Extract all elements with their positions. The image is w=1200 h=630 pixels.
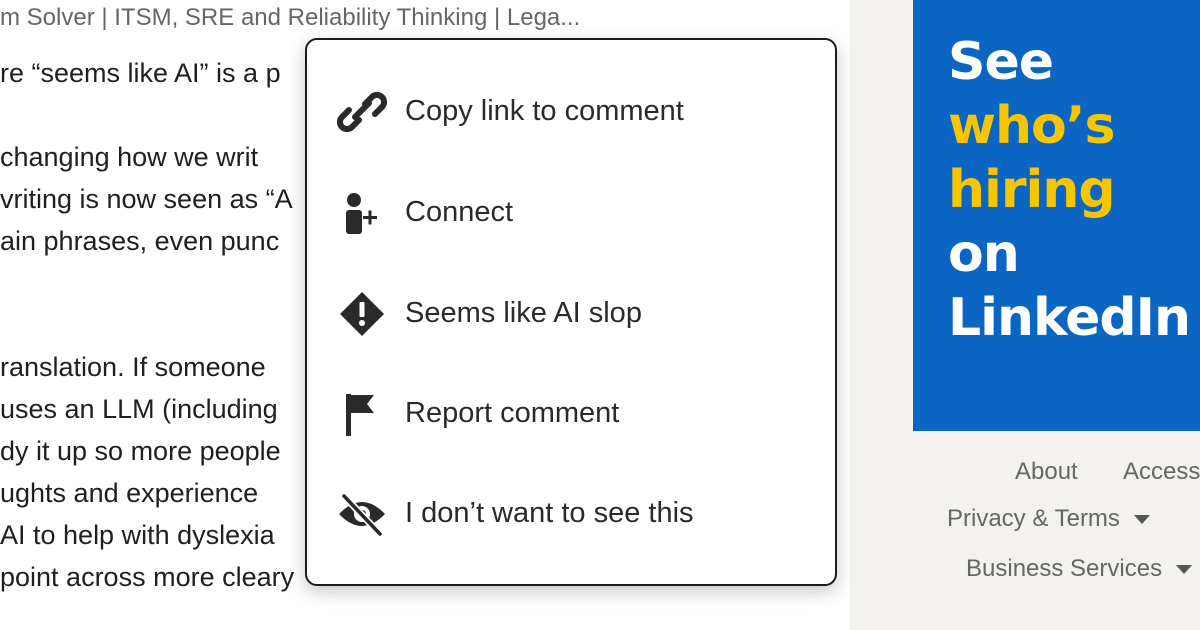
- menu-item-label: Report comment: [405, 397, 620, 429]
- post-text-line: ughts and experience: [0, 478, 259, 508]
- post-text-line: ranslation. If someone: [0, 352, 266, 382]
- flag-icon: [337, 392, 387, 436]
- post-text-line: changing how we writ: [0, 142, 259, 172]
- footer-business-dropdown[interactable]: Business Services: [966, 555, 1193, 583]
- right-rail: See who’s hiring on LinkedIn About Acces…: [850, 0, 1200, 630]
- menu-item-copy-link[interactable]: Copy link to comment: [307, 62, 835, 162]
- link-icon: [336, 90, 388, 134]
- ad-line: on: [948, 224, 1020, 284]
- post-text-line: AI to help with dyslexia: [0, 520, 275, 550]
- ad-banner[interactable]: See who’s hiring on LinkedIn: [913, 0, 1200, 431]
- eye-slash-icon: [337, 492, 387, 538]
- menu-item-seems-like-ai[interactable]: Seems like AI slop: [307, 264, 835, 364]
- linkedin-page: m Solver | ITSM, SRE and Reliability Thi…: [0, 0, 1200, 630]
- menu-item-hide[interactable]: I don’t want to see this: [307, 464, 835, 564]
- chevron-down-icon: [1176, 565, 1193, 575]
- menu-item-report-comment[interactable]: Report comment: [307, 364, 835, 464]
- post-text-line: point across more cleary: [0, 562, 295, 592]
- post-text-line: re “seems like AI” is a p: [0, 58, 281, 88]
- post-text-line: vriting is now seen as “A: [0, 184, 293, 214]
- ad-line-highlight: who’s: [948, 96, 1115, 156]
- menu-item-connect[interactable]: Connect: [307, 163, 835, 263]
- chevron-down-icon: [1133, 515, 1150, 525]
- post-text-line: ain phrases, even punc: [0, 226, 280, 256]
- footer-business-label: Business Services: [966, 555, 1163, 582]
- menu-item-label: Copy link to comment: [405, 95, 684, 127]
- ad-line-highlight: hiring: [948, 160, 1116, 220]
- warning-diamond-icon: [337, 292, 387, 336]
- ad-line: LinkedIn: [948, 288, 1191, 348]
- menu-item-label: Seems like AI slop: [405, 297, 642, 329]
- footer-privacy-label: Privacy & Terms: [947, 505, 1120, 532]
- footer-accessibility-link[interactable]: Access: [1123, 458, 1200, 486]
- menu-item-label: Connect: [405, 196, 514, 228]
- post-text-line: dy it up so more people: [0, 436, 281, 466]
- footer-privacy-dropdown[interactable]: Privacy & Terms: [947, 505, 1150, 533]
- author-headline[interactable]: m Solver | ITSM, SRE and Reliability Thi…: [0, 4, 580, 32]
- comment-options-menu: Copy link to comment Connect Seems like …: [305, 38, 837, 586]
- ad-line: See: [948, 32, 1054, 92]
- person-add-icon: [337, 191, 387, 235]
- menu-item-label: I don’t want to see this: [405, 497, 694, 529]
- footer-about-link[interactable]: About: [1015, 458, 1078, 486]
- post-text-line: uses an LLM (including: [0, 394, 278, 424]
